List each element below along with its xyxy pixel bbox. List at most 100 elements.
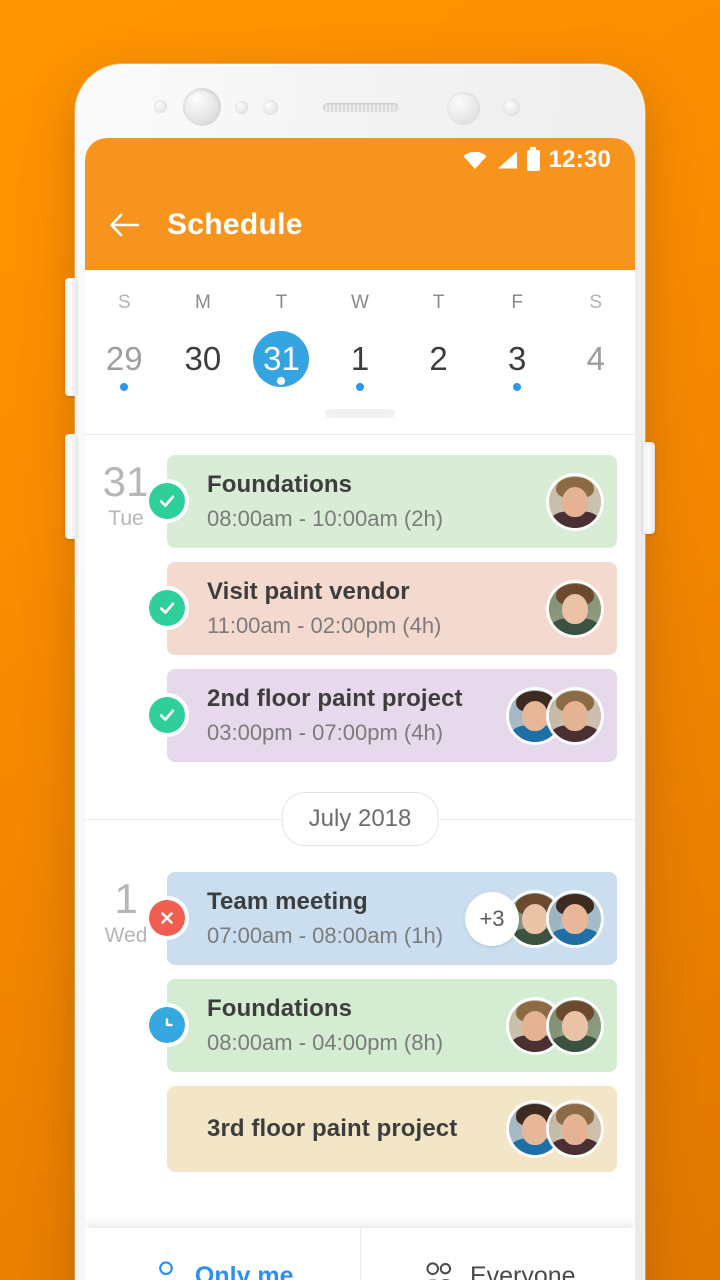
avatar <box>549 582 601 635</box>
weekday-label-0: S <box>117 292 131 313</box>
check-circle-icon[interactable] <box>149 697 185 733</box>
weekday-label-3: W <box>351 292 369 313</box>
x-circle-icon[interactable] <box>149 900 185 936</box>
wifi-icon <box>463 151 487 169</box>
calendar-expand-handle[interactable] <box>325 409 395 418</box>
event-card[interactable]: 2nd floor paint project 03:00pm - 07:00pm… <box>149 669 617 762</box>
calendar-day-3[interactable]: 3 <box>478 331 557 393</box>
avatar <box>549 999 601 1052</box>
event-title: Foundations <box>207 995 353 1022</box>
event-text-block: Visit paint vendor 11:00am - 02:00pm (4h) <box>207 578 549 639</box>
proximity-sensor-icon <box>235 101 248 114</box>
attendee-avatar-stack[interactable] <box>509 689 617 742</box>
event-card[interactable]: Foundations 08:00am - 10:00am (2h) <box>149 455 617 548</box>
people-group-icon <box>420 1259 456 1280</box>
event-text-block: Team meeting 07:00am - 08:00am (1h) <box>207 888 465 949</box>
event-time: 03:00pm - 07:00pm (4h) <box>207 720 444 745</box>
event-title: 3rd floor paint project <box>207 1115 458 1142</box>
event-time: 08:00am - 04:00pm (8h) <box>207 1030 444 1055</box>
appbar-row: Schedule <box>85 182 635 268</box>
avatar <box>549 475 601 528</box>
calendar-day-number: 29 <box>105 340 143 377</box>
month-chip: July 2018 <box>281 792 439 846</box>
calendar-day-number: 3 <box>507 340 527 377</box>
iris-scanner-icon <box>447 92 480 125</box>
person-icon <box>159 1260 173 1280</box>
calendar-day-2[interactable]: 2 <box>399 331 478 393</box>
week-calendar-strip: S M T W T F S 29 30 31 1 2 3 4 <box>85 270 635 435</box>
device-bezel-sensors <box>75 64 645 126</box>
calendar-day-event-dot <box>513 383 522 391</box>
assistant-button[interactable] <box>65 434 77 539</box>
attendee-avatar-stack[interactable] <box>549 582 617 635</box>
calendar-day-event-dot <box>120 383 129 391</box>
weekday-label-4: T <box>432 292 445 313</box>
status-bar: 12:30 <box>85 138 635 182</box>
phone-device-frame: 12:30 Schedule SMTWTFS 29 30 31 1 2 3 4 31 Tue F… <box>65 64 655 1280</box>
avatar <box>549 1103 601 1155</box>
event-card[interactable]: 3rd floor paint project <box>167 1086 617 1172</box>
event-time: 08:00am - 10:00am (2h) <box>207 506 444 531</box>
phone-screen: 12:30 Schedule SMTWTFS 29 30 31 1 2 3 4 31 Tue F… <box>85 138 635 1280</box>
weekday-label-1: M <box>194 292 211 313</box>
event-card[interactable]: Team meeting 07:00am - 08:00am (1h) +3 <box>149 872 617 965</box>
calendar-day-1[interactable]: 1 <box>321 331 400 393</box>
calendar-day-29[interactable]: 29 <box>85 331 164 393</box>
tab-label: Everyone <box>469 1261 576 1280</box>
event-card[interactable]: Foundations 08:00am - 04:00pm (8h) <box>149 979 617 1072</box>
back-arrow-icon[interactable] <box>109 212 139 238</box>
earpiece-speaker-icon <box>323 103 399 112</box>
calendar-day-event-dot <box>356 383 365 391</box>
attendee-avatar-stack[interactable] <box>509 1103 617 1155</box>
agenda-list[interactable]: 31 Tue Foundations 08:00am - 10:00am (2h) Vi… <box>85 435 635 1186</box>
led-indicator-icon <box>503 99 520 116</box>
status-bar-time: 12:30 <box>548 146 611 173</box>
signal-icon <box>497 151 517 169</box>
event-text-block: 3rd floor paint project <box>207 1115 509 1143</box>
agenda-day-group: 1 Wed Team meeting 07:00am - 08:00am (1h) +3… <box>85 852 635 1186</box>
check-circle-icon[interactable] <box>149 483 185 519</box>
event-time: 11:00am - 02:00pm (4h) <box>207 613 442 638</box>
bottom-tab-bar: Only me Everyone <box>85 1228 635 1280</box>
week-day-number-row: 29 30 31 1 2 3 4 <box>85 331 635 393</box>
clock-circle-icon[interactable] <box>149 1007 185 1043</box>
person-icon <box>151 1259 181 1280</box>
agenda-events-column: Foundations 08:00am - 10:00am (2h) Visit p… <box>149 455 635 776</box>
event-text-block: Foundations 08:00am - 04:00pm (8h) <box>207 995 509 1056</box>
attendee-avatar-stack[interactable] <box>509 999 617 1052</box>
attendee-overflow-count: +3 <box>465 891 519 946</box>
weekday-header-row: SMTWTFS <box>85 292 635 314</box>
infrared-sensor-icon <box>154 100 167 113</box>
battery-icon <box>526 146 540 171</box>
weekday-label-2: T <box>275 292 288 313</box>
calendar-day-31[interactable]: 31 <box>242 331 321 393</box>
event-title: Team meeting <box>207 888 368 915</box>
front-camera-icon <box>183 88 221 126</box>
event-card[interactable]: Visit paint vendor 11:00am - 02:00pm (4h) <box>149 562 617 655</box>
event-text-block: Foundations 08:00am - 10:00am (2h) <box>207 471 549 532</box>
tab-everyone[interactable]: Everyone <box>359 1228 636 1280</box>
event-title: Foundations <box>207 471 353 498</box>
avatar <box>549 892 601 945</box>
light-sensor-icon <box>263 100 278 115</box>
page-title: Schedule <box>167 208 303 241</box>
weekday-label-6: S <box>589 292 603 313</box>
attendee-avatar-stack[interactable]: +3 <box>465 891 617 946</box>
volume-button[interactable] <box>65 278 77 396</box>
calendar-day-event-dot <box>277 377 286 385</box>
power-button[interactable] <box>643 442 655 534</box>
event-text-block: 2nd floor paint project 03:00pm - 07:00pm… <box>207 685 509 746</box>
event-time: 07:00am - 08:00am (1h) <box>207 923 444 948</box>
calendar-day-30[interactable]: 30 <box>164 331 243 393</box>
app-header: 12:30 Schedule <box>85 138 635 270</box>
calendar-day-number: 2 <box>429 340 448 377</box>
check-circle-icon[interactable] <box>149 590 185 626</box>
attendee-avatar-stack[interactable] <box>549 475 617 528</box>
tab-only-me[interactable]: Only me <box>85 1228 360 1280</box>
people-group-icon <box>426 1261 452 1280</box>
month-divider: July 2018 <box>85 786 635 852</box>
avatar <box>549 689 601 742</box>
event-title: Visit paint vendor <box>207 578 410 605</box>
weekday-label-5: F <box>511 292 523 313</box>
calendar-day-4[interactable]: 4 <box>556 331 635 393</box>
